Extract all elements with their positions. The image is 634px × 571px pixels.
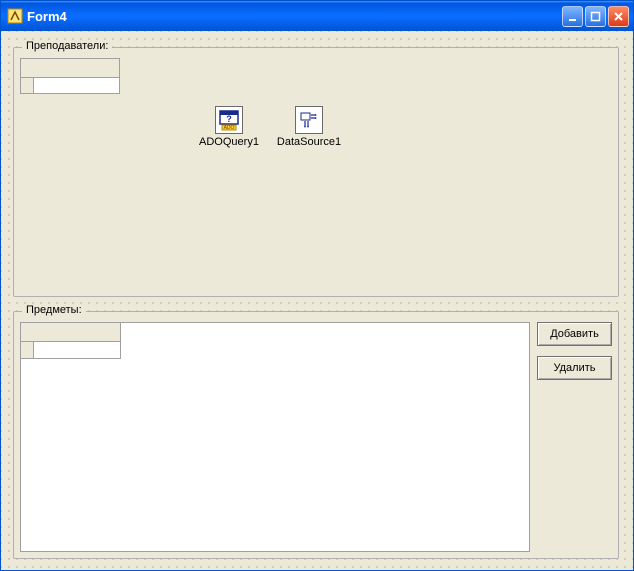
app-icon <box>7 8 23 24</box>
groupbox-subjects[interactable]: Предметы: Добавить Удалить <box>13 311 619 559</box>
add-button[interactable]: Добавить <box>537 322 612 346</box>
component-adoquery-label: ADOQuery1 <box>194 136 264 148</box>
svg-text:?: ? <box>226 114 232 124</box>
component-datasource-label: DataSource1 <box>274 136 344 148</box>
grid-header-row <box>33 323 120 342</box>
groupbox-teachers-legend: Преподаватели: <box>22 40 112 52</box>
component-adoquery[interactable]: ? ADO ADOQuery1 <box>194 106 264 148</box>
subjects-panel <box>20 322 530 552</box>
minimize-button[interactable] <box>562 6 583 27</box>
form-designer-surface[interactable]: Преподаватели: ? ADO ADOQuery1 <box>1 31 633 570</box>
groupbox-subjects-legend: Предметы: <box>22 304 86 316</box>
groupbox-teachers[interactable]: Преподаватели: ? ADO ADOQuery1 <box>13 47 619 297</box>
close-button[interactable] <box>608 6 629 27</box>
window-frame: Form4 Преподаватели: <box>0 0 634 571</box>
grid-row-separator <box>21 341 120 342</box>
dbgrid-subjects[interactable] <box>21 323 121 359</box>
datasource-icon <box>295 106 323 134</box>
delete-button-label: Удалить <box>554 362 596 374</box>
add-button-label: Добавить <box>550 328 599 340</box>
maximize-button[interactable] <box>585 6 606 27</box>
dbgrid-teachers[interactable] <box>20 58 120 94</box>
component-datasource[interactable]: DataSource1 <box>274 106 344 148</box>
window-title: Form4 <box>27 9 562 24</box>
grid-header-row <box>33 59 119 78</box>
titlebar[interactable]: Form4 <box>1 1 633 31</box>
svg-text:ADO: ADO <box>224 125 235 131</box>
grid-row-separator <box>21 77 119 78</box>
delete-button[interactable]: Удалить <box>537 356 612 380</box>
window-controls <box>562 6 629 27</box>
adoquery-icon: ? ADO <box>215 106 243 134</box>
